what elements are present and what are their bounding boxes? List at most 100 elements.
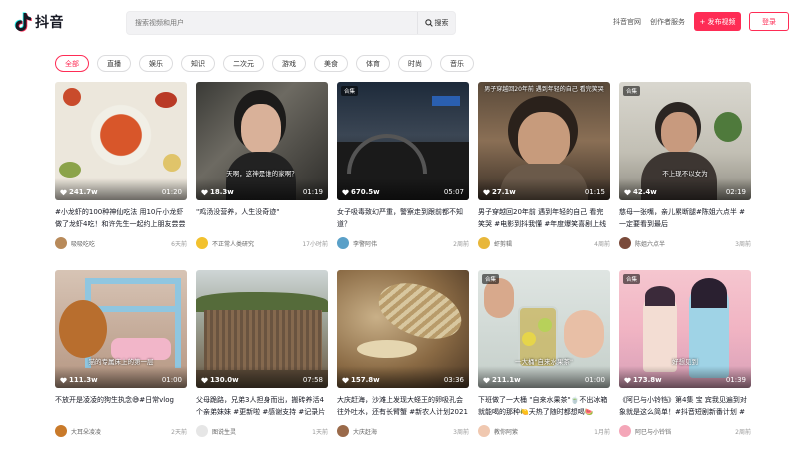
video-duration: 01:00 bbox=[161, 376, 182, 384]
tab-knowledge[interactable]: 知识 bbox=[181, 55, 215, 72]
author-name[interactable]: 不正常人类研究 bbox=[212, 239, 254, 248]
video-thumbnail[interactable]: 合集 一大桶"自来水果茶" 211.1w 01:00 bbox=[478, 270, 610, 388]
likes-count: 211.1w bbox=[483, 376, 521, 384]
collection-badge: 合集 bbox=[482, 274, 500, 284]
video-title[interactable]: "鸡汤没营养，人生没奇迹" bbox=[196, 206, 328, 230]
video-thumbnail[interactable]: 男子穿越回20年前 遇到年轻的自己 看完笑哭 27.1w 01:15 bbox=[478, 82, 610, 200]
official-site-link[interactable]: 抖音官网 bbox=[613, 17, 641, 27]
likes-count: 670.5w bbox=[342, 188, 380, 196]
likes-count: 130.0w bbox=[201, 376, 239, 384]
search-button[interactable]: 搜索 bbox=[417, 12, 455, 34]
tab-sports[interactable]: 体育 bbox=[356, 55, 390, 72]
tab-games[interactable]: 游戏 bbox=[272, 55, 306, 72]
video-thumbnail[interactable]: 合集 不上现不以女为 42.4w 02:19 bbox=[619, 82, 751, 200]
posted-time: 2天前 bbox=[171, 429, 187, 436]
video-thumbnail[interactable]: 241.7w 01:20 bbox=[55, 82, 187, 200]
avatar[interactable] bbox=[478, 237, 490, 249]
video-caption: 天啊，这神是谁的家啊？ bbox=[226, 170, 298, 178]
video-caption: 不上现不以女为 bbox=[662, 170, 708, 178]
douyin-note-icon bbox=[14, 12, 32, 32]
video-title[interactable]: 女子吸毒致幻严重，警察走到跟前都不知道？ bbox=[337, 206, 469, 230]
video-thumbnail[interactable]: 合集 好想见到 173.8w 01:39 bbox=[619, 270, 751, 388]
search-icon bbox=[424, 19, 433, 27]
video-thumbnail[interactable]: 猫的专属床上的第一层 111.3w 01:00 bbox=[55, 270, 187, 388]
creator-service-link[interactable]: 创作者服务 bbox=[650, 17, 685, 27]
avatar[interactable] bbox=[619, 237, 631, 249]
search-button-label: 搜索 bbox=[434, 19, 449, 27]
author-name[interactable]: 大耳朵凌凌 bbox=[71, 427, 101, 436]
video-caption: 猫的专属床上的第一层 bbox=[88, 358, 154, 366]
tab-food[interactable]: 美食 bbox=[314, 55, 348, 72]
posted-time: 3周前 bbox=[735, 241, 751, 248]
video-title[interactable]: 慈母一张嘴，亲儿累断腿#陈姐六点半 #一定要看到最后 bbox=[619, 206, 751, 230]
avatar[interactable] bbox=[337, 425, 349, 437]
avatar[interactable] bbox=[55, 237, 67, 249]
search-input[interactable] bbox=[135, 12, 415, 34]
tab-anime[interactable]: 二次元 bbox=[223, 55, 264, 72]
author-name[interactable]: 李警阿伟 bbox=[353, 239, 377, 248]
video-caption: 一大桶"自来水果茶" bbox=[515, 358, 573, 366]
author-name[interactable]: 陈姐六点半 bbox=[635, 239, 665, 248]
video-duration: 05:07 bbox=[443, 188, 464, 196]
heart-icon bbox=[483, 189, 490, 195]
heart-icon bbox=[624, 377, 631, 383]
author-name[interactable]: 教你阿紫 bbox=[494, 427, 518, 436]
tab-all[interactable]: 全部 bbox=[55, 55, 89, 72]
video-title[interactable]: 男子穿越回20年前 遇到年轻的自己 看完笑哭 #电影到抖我懂 #年度爆笑喜剧上线 bbox=[478, 206, 610, 230]
video-thumbnail[interactable]: 合集 670.5w 05:07 bbox=[337, 82, 469, 200]
posted-time: 3周前 bbox=[453, 429, 469, 436]
author-name[interactable]: 阿巳与小铃铛 bbox=[635, 427, 671, 436]
author-name[interactable]: 大庆赶海 bbox=[353, 427, 377, 436]
tab-fashion[interactable]: 时尚 bbox=[398, 55, 432, 72]
video-title[interactable]: 不放开是凌凌的狗生执念😅#日常vlog bbox=[55, 394, 187, 418]
posted-time: 1月前 bbox=[594, 429, 610, 436]
avatar[interactable] bbox=[196, 237, 208, 249]
heart-icon bbox=[342, 377, 349, 383]
likes-count: 157.8w bbox=[342, 376, 380, 384]
likes-count: 241.7w bbox=[60, 188, 98, 196]
avatar[interactable] bbox=[55, 425, 67, 437]
author-row: 大耳朵凌凌 2天前 bbox=[55, 424, 187, 438]
posted-time: 6天前 bbox=[171, 241, 187, 248]
video-title[interactable]: #小龙虾的100种神仙吃法 用10斤小龙虾做了龙虾4吃！和许先生一起约上朋友尝尝… bbox=[55, 206, 187, 230]
avatar[interactable] bbox=[196, 425, 208, 437]
video-duration: 01:39 bbox=[725, 376, 746, 384]
video-title[interactable]: 大庆赶海，沙滩上发现大蛏王的卵吸孔会往外吐水，还有长臂蟹 #新农人计划2021 bbox=[337, 394, 469, 418]
tab-entertainment[interactable]: 娱乐 bbox=[139, 55, 173, 72]
video-duration: 07:58 bbox=[302, 376, 323, 384]
heart-icon bbox=[624, 189, 631, 195]
author-name[interactable]: 图说生灵 bbox=[212, 427, 236, 436]
heart-icon bbox=[201, 377, 208, 383]
video-title[interactable]: 父母跪路，兄弟3人担身而出，搬砖养活4个亲弟妹妹 #更新啦 #感谢支持 #记录片… bbox=[196, 394, 328, 418]
posted-time: 2周前 bbox=[453, 241, 469, 248]
tab-music[interactable]: 音乐 bbox=[440, 55, 474, 72]
video-caption: 好想见到 bbox=[672, 358, 698, 366]
video-thumbnail[interactable]: 157.8w 03:36 bbox=[337, 270, 469, 388]
author-row: 陈姐六点半 3周前 bbox=[619, 236, 751, 250]
heart-icon bbox=[60, 377, 67, 383]
logo-text: 抖音 bbox=[35, 15, 64, 31]
douyin-logo[interactable]: 抖音 bbox=[14, 11, 64, 33]
collection-badge: 合集 bbox=[623, 274, 641, 284]
author-row: 阿巳与小铃铛 2周前 bbox=[619, 424, 751, 438]
avatar[interactable] bbox=[478, 425, 490, 437]
author-name[interactable]: 虾剪辑 bbox=[494, 239, 512, 248]
likes-count: 42.4w bbox=[624, 188, 657, 196]
video-thumbnail[interactable]: 天啊，这神是谁的家啊？ 18.3w 01:19 bbox=[196, 82, 328, 200]
login-button[interactable]: 登录 bbox=[749, 12, 789, 31]
avatar[interactable] bbox=[619, 425, 631, 437]
search-bar: 搜索 bbox=[126, 11, 456, 35]
top-header: 抖音 搜索 抖音官网 创作者服务 + 发布视频 登录 bbox=[0, 0, 800, 44]
author-row: 李警阿伟 2周前 bbox=[337, 236, 469, 250]
author-row: 大庆赶海 3周前 bbox=[337, 424, 469, 438]
upload-video-button[interactable]: + 发布视频 bbox=[694, 12, 741, 31]
avatar[interactable] bbox=[337, 237, 349, 249]
heart-icon bbox=[342, 189, 349, 195]
video-thumbnail[interactable]: 130.0w 07:58 bbox=[196, 270, 328, 388]
video-title[interactable]: 《阿巳与小铃铛》第4集 宝 宾我见遍到对象就是这么简单！#抖音短剧新番计划 #轻… bbox=[619, 394, 751, 418]
collection-badge: 合集 bbox=[623, 86, 641, 96]
likes-count: 111.3w bbox=[60, 376, 98, 384]
tab-live[interactable]: 直播 bbox=[97, 55, 131, 72]
video-title[interactable]: 下班做了一大桶 "自来水果茶"🍵不出冰箱就能喝的那种🍋天热了随时都想喝🍉 #vl… bbox=[478, 394, 610, 418]
author-name[interactable]: 吸吸吃吃 bbox=[71, 239, 95, 248]
